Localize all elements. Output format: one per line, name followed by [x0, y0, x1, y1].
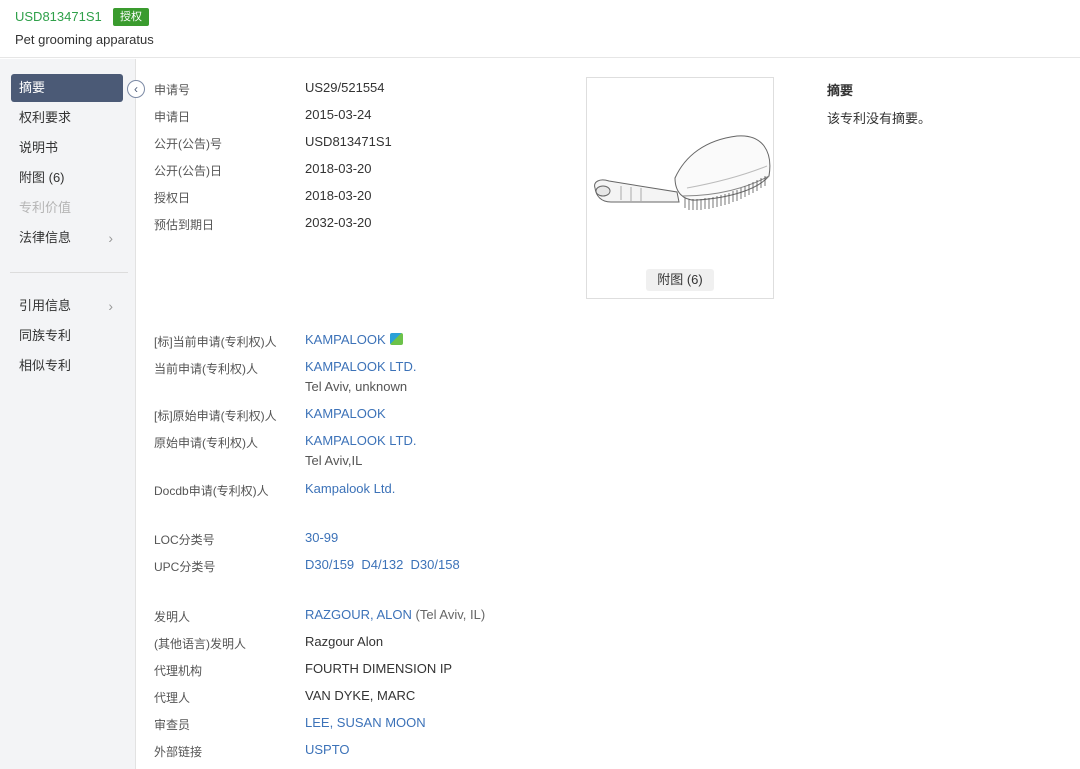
- sidebar-item-description[interactable]: 说明书: [11, 134, 123, 162]
- sidebar-item-label: 引用信息: [19, 298, 72, 313]
- sidebar-item-label: 专利价值: [19, 200, 72, 215]
- sidebar-item-label: 法律信息: [19, 230, 72, 245]
- field-label: 当前申请(专利权)人: [154, 362, 258, 376]
- publication-date: 2018-03-20: [305, 161, 372, 176]
- original-applicant-address: Tel Aviv,IL: [305, 453, 363, 468]
- company-logo-icon: [389, 333, 403, 345]
- patent-title: Pet grooming apparatus: [15, 32, 154, 47]
- field-label: 申请号: [154, 83, 191, 97]
- field-label: 公开(公告)号: [154, 137, 222, 151]
- sidebar-item-label: 附图 (6): [19, 170, 65, 185]
- field-label: 代理人: [154, 691, 191, 705]
- current-applicant-address: Tel Aviv, unknown: [305, 379, 408, 394]
- chevron-left-icon: ‹: [134, 82, 138, 96]
- chevron-right-icon: ›: [108, 298, 113, 314]
- sidebar-nav: 摘要 权利要求 说明书 附图 (6) 专利价值 法律信息 › 引用信息 › 同族专利…: [0, 59, 136, 769]
- sidebar-divider: [10, 272, 128, 273]
- original-applicant-link[interactable]: KAMPALOOK LTD.: [305, 433, 417, 448]
- std-original-applicant-link[interactable]: KAMPALOOK: [305, 406, 386, 421]
- publication-number: USD813471S1: [305, 134, 392, 149]
- expiry-date: 2032-03-20: [305, 215, 372, 230]
- collapse-sidebar-button[interactable]: ‹: [127, 80, 145, 98]
- sidebar-item-claims[interactable]: 权利要求: [11, 104, 123, 132]
- field-label: LOC分类号: [154, 533, 215, 547]
- abstract-text: 该专利没有摘要。: [827, 111, 932, 126]
- application-date: 2015-03-24: [305, 107, 372, 122]
- external-link-uspto[interactable]: USPTO: [305, 742, 350, 757]
- field-label: UPC分类号: [154, 560, 216, 574]
- pet-brush-drawing: [594, 135, 771, 210]
- agency: FOURTH DIMENSION IP: [305, 661, 453, 676]
- field-label: (其他语言)发明人: [154, 637, 246, 651]
- sidebar-item-label: 权利要求: [19, 110, 72, 125]
- inventor-location: (Tel Aviv, IL): [415, 607, 486, 622]
- upc-class-link[interactable]: D4/132: [361, 557, 403, 572]
- field-label: 公开(公告)日: [154, 164, 222, 178]
- abstract-title: 摘要: [827, 83, 854, 98]
- sidebar-item-label: 同族专利: [19, 328, 72, 343]
- inventor: RAZGOUR, ALON (Tel Aviv, IL): [305, 607, 485, 622]
- sidebar-item-family[interactable]: 同族专利: [11, 322, 123, 350]
- upc-class-link[interactable]: D30/159: [305, 557, 354, 572]
- field-label: 外部链接: [154, 745, 203, 759]
- patent-number: USD813471S1: [15, 9, 102, 24]
- field-label: Docdb申请(专利权)人: [154, 484, 269, 498]
- inventor-link[interactable]: RAZGOUR, ALON: [305, 607, 412, 622]
- figures-button[interactable]: 附图 (6): [646, 269, 714, 291]
- chevron-right-icon: ›: [108, 230, 113, 246]
- field-label: 代理机构: [154, 664, 203, 678]
- field-label: [标]原始申请(专利权)人: [154, 409, 277, 423]
- current-applicant-link[interactable]: KAMPALOOK LTD.: [305, 359, 417, 374]
- sidebar-item-figures[interactable]: 附图 (6): [11, 164, 123, 192]
- field-label: 申请日: [154, 110, 191, 124]
- sidebar-item-label: 相似专利: [19, 358, 72, 373]
- field-label: 授权日: [154, 191, 191, 205]
- upc-class-link[interactable]: D30/158: [411, 557, 460, 572]
- grant-date: 2018-03-20: [305, 188, 372, 203]
- sidebar-item-label: 摘要: [19, 80, 46, 95]
- agent: VAN DYKE, MARC: [305, 688, 416, 703]
- loc-class-link[interactable]: 30-99: [305, 530, 338, 545]
- std-current-applicant-link[interactable]: KAMPALOOK: [305, 332, 386, 347]
- upc-classes: D30/159 D4/132 D30/158: [305, 557, 460, 572]
- sidebar-item-citations[interactable]: 引用信息 ›: [11, 292, 123, 320]
- other-language-inventor: Razgour Alon: [305, 634, 384, 649]
- page-header: USD813471S1 授权 Pet grooming apparatus: [0, 0, 1080, 58]
- docdb-applicant-link[interactable]: Kampalook Ltd.: [305, 481, 395, 496]
- field-label: [标]当前申请(专利权)人: [154, 335, 277, 349]
- std-current-applicant: KAMPALOOK: [305, 332, 403, 347]
- sidebar-item-legal-info[interactable]: 法律信息 ›: [11, 224, 123, 252]
- sidebar-item-similar[interactable]: 相似专利: [11, 352, 123, 380]
- field-label: 发明人: [154, 610, 191, 624]
- figure-thumbnail[interactable]: [586, 77, 774, 299]
- status-badge: 授权: [113, 8, 149, 26]
- application-number: US29/521554: [305, 80, 385, 95]
- field-label: 预估到期日: [154, 218, 215, 232]
- sidebar-item-label: 说明书: [19, 140, 59, 155]
- sidebar-item-patent-value: 专利价值: [11, 194, 123, 222]
- examiner-link[interactable]: LEE, SUSAN MOON: [305, 715, 426, 730]
- field-label: 审查员: [154, 718, 191, 732]
- sidebar-item-abstract[interactable]: 摘要: [11, 74, 123, 102]
- field-label: 原始申请(专利权)人: [154, 436, 258, 450]
